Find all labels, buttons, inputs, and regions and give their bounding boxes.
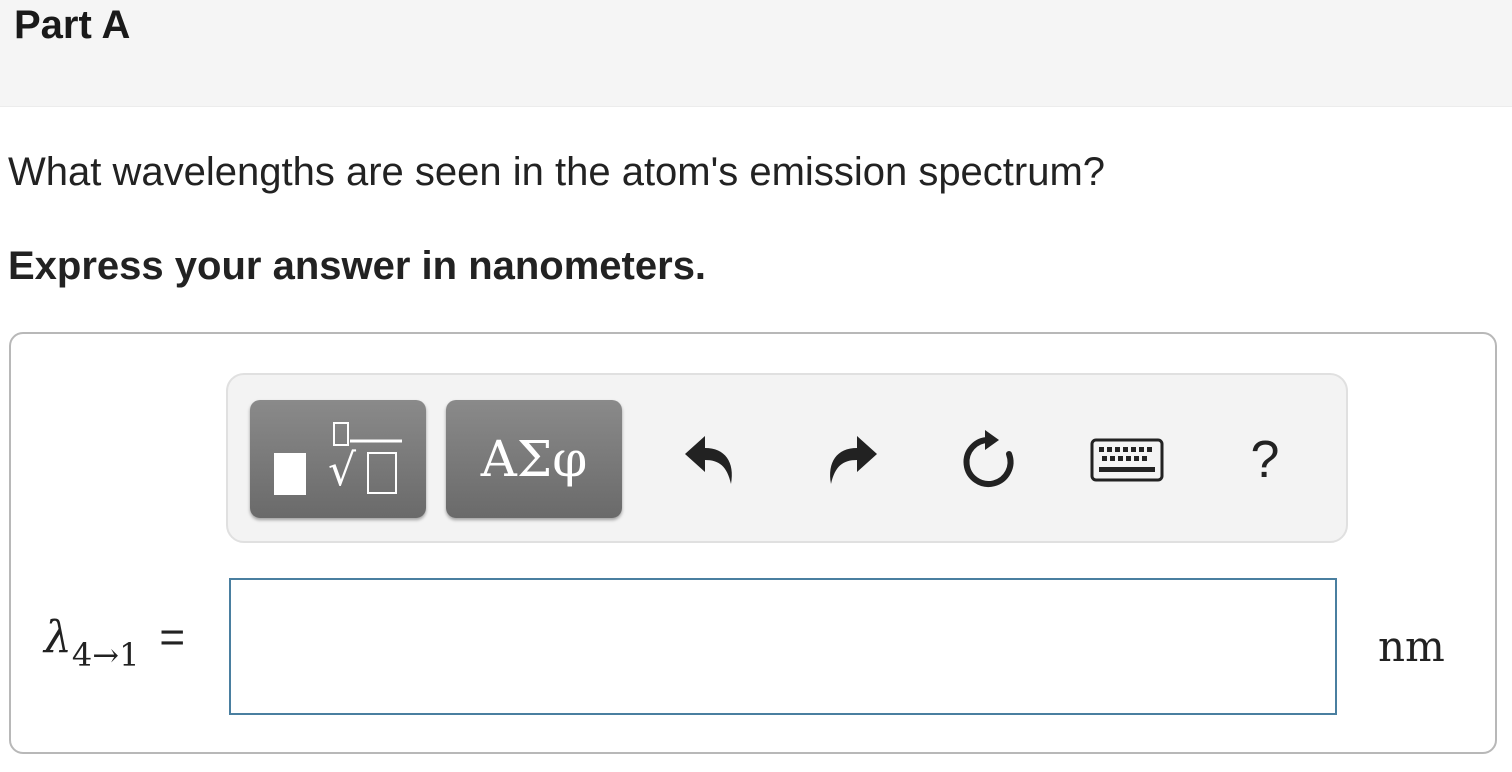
svg-text:√: √ (328, 445, 357, 496)
symbols-button[interactable]: ΑΣφ (446, 400, 622, 518)
unit-label: nm (1378, 622, 1445, 671)
variable-symbol: λ (44, 612, 72, 663)
undo-button[interactable] (666, 415, 756, 505)
redo-icon (830, 436, 877, 484)
help-button[interactable]: ? (1220, 415, 1310, 505)
equals-sign: = (159, 613, 186, 662)
reset-button[interactable] (944, 415, 1034, 505)
question-text: What wavelengths are seen in the atom's … (8, 150, 1106, 194)
keyboard-icon (1090, 438, 1164, 482)
part-header: Part A (0, 0, 1512, 107)
variable-subscript: 4→1 (71, 636, 140, 674)
keyboard-button[interactable] (1082, 415, 1172, 505)
symbols-label: ΑΣφ (480, 430, 588, 488)
instruction-text: Express your answer in nanometers. (8, 244, 707, 288)
templates-button[interactable]: √ (250, 400, 426, 518)
part-title: Part A (14, 3, 131, 47)
undo-icon (685, 436, 732, 484)
reset-icon (963, 430, 1014, 487)
answer-variable-label: λ4→1 = (44, 612, 185, 674)
templates-root-icon: √ (274, 422, 402, 496)
help-label: ? (1250, 431, 1280, 489)
answer-input[interactable] (229, 578, 1337, 715)
redo-button[interactable] (806, 415, 896, 505)
